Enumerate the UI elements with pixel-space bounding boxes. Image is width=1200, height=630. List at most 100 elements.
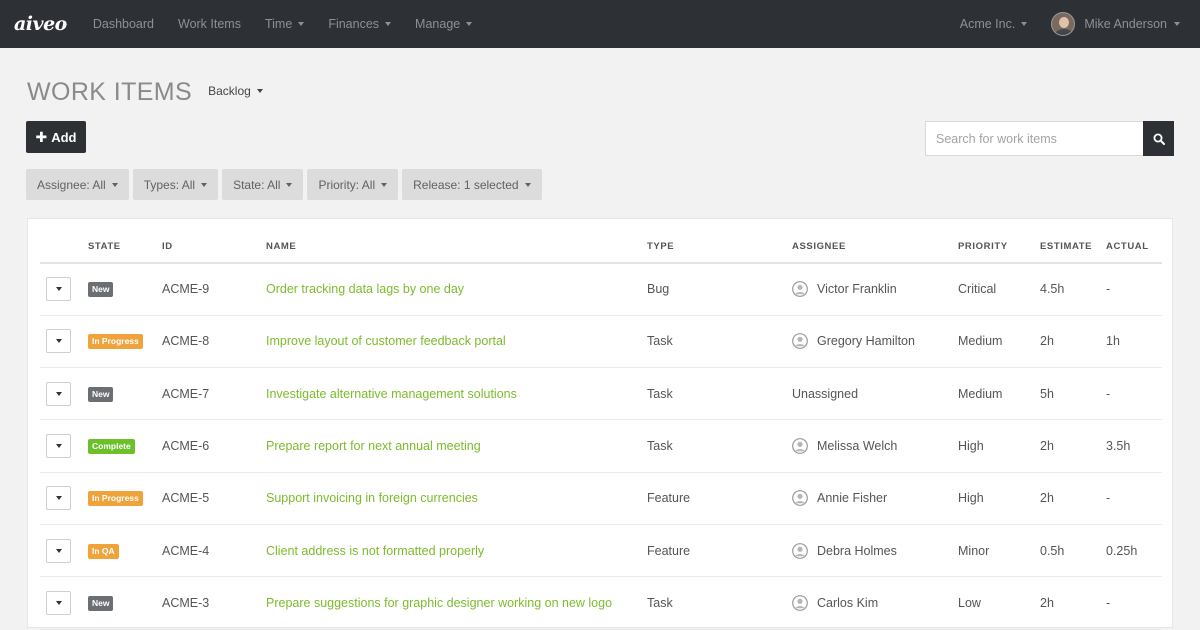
id-cell: ACME-3 (162, 576, 266, 630)
table-row: In Progress ACME-5 Support invoicing in fo… (40, 472, 1162, 525)
estimate-cell: 0.5h (1040, 524, 1106, 578)
assignee-name: Carlos Kim (817, 595, 879, 610)
actual-cell: - (1106, 263, 1162, 316)
filter-priority[interactable]: Priority: All (307, 169, 399, 200)
filter-label: Priority: All (318, 177, 376, 192)
col-name[interactable]: NAME (266, 231, 647, 264)
assignee: Debra Holmes (792, 542, 958, 559)
filter-label: Release: 1 selected (413, 177, 519, 192)
search-input[interactable] (925, 121, 1143, 156)
name-cell: Improve layout of customer feedback port… (266, 315, 647, 369)
assignee: Carlos Kim (792, 595, 958, 611)
assignee-cell: Unassigned (792, 367, 958, 421)
nav-time[interactable]: Time (265, 17, 305, 31)
avatar[interactable] (1051, 12, 1076, 36)
filter-state[interactable]: State: All (222, 169, 304, 200)
work-item-link[interactable]: Investigate alternative management solut… (266, 387, 517, 401)
col-id[interactable]: ID (162, 231, 266, 264)
user-icon (792, 281, 808, 298)
user-icon (792, 595, 808, 611)
work-item-link[interactable]: Client address is not formatted properly (266, 544, 484, 558)
nav-dashboard-label: Dashboard (92, 17, 154, 31)
table-row: Complete ACME-6 Prepare report for next an… (40, 419, 1162, 473)
col-priority[interactable]: PRIORITY (958, 231, 1040, 264)
row-action-dropdown[interactable] (46, 329, 71, 354)
chevron-down-icon (256, 89, 263, 93)
assignee-cell: Gregory Hamilton (792, 315, 958, 369)
col-estimate[interactable]: ESTIMATE (1040, 231, 1106, 264)
row-select-cell (40, 524, 88, 578)
priority-cell: Critical (958, 263, 1040, 316)
work-item-link[interactable]: Order tracking data lags by one day (266, 282, 464, 296)
view-selector-label: Backlog (208, 84, 251, 98)
work-item-link[interactable]: Prepare report for next annual meeting (266, 439, 481, 453)
nav-work-items[interactable]: Work Items (178, 17, 241, 31)
work-item-link[interactable]: Support invoicing in foreign currencies (266, 491, 478, 505)
nav-manage-label: Manage (415, 17, 461, 31)
add-button[interactable]: ✚ Add (26, 121, 86, 153)
add-button-label: Add (51, 129, 77, 145)
col-assignee[interactable]: ASSIGNEE (792, 231, 958, 264)
col-type[interactable]: TYPE (647, 231, 792, 264)
work-item-link[interactable]: Prepare suggestions for graphic designer… (266, 596, 612, 610)
assignee-cell: Annie Fisher (792, 472, 958, 525)
type-cell: Task (647, 367, 792, 421)
row-select-cell (40, 315, 88, 369)
chevron-down-icon (55, 548, 62, 553)
estimate-cell: 5h (1040, 367, 1106, 421)
work-item-link[interactable]: Improve layout of customer feedback port… (266, 334, 506, 348)
app-logo[interactable]: aiveo (14, 13, 67, 35)
type-cell: Task (647, 315, 792, 369)
filter-release[interactable]: Release: 1 selected (402, 169, 542, 200)
table-row: New ACME-3 Prepare suggestions for graphic… (40, 576, 1162, 630)
id-cell: ACME-4 (162, 524, 266, 578)
name-cell: Support invoicing in foreign currencies (266, 472, 647, 525)
row-select-cell (40, 263, 88, 316)
filter-assignee[interactable]: Assignee: All (26, 169, 129, 200)
nav-manage[interactable]: Manage (415, 17, 473, 31)
filter-types[interactable]: Types: All (132, 169, 219, 200)
nav-finances[interactable]: Finances (328, 17, 392, 31)
row-action-dropdown[interactable] (46, 277, 71, 302)
nav-finances-label: Finances (328, 17, 380, 31)
filter-label: Types: All (143, 177, 196, 192)
col-actual[interactable]: ACTUAL (1106, 231, 1162, 264)
search-button[interactable] (1143, 121, 1174, 156)
row-action-dropdown[interactable] (46, 381, 71, 406)
assignee: Gregory Hamilton (792, 333, 958, 350)
assignee-name: Victor Franklin (817, 282, 897, 297)
state-cell: Complete (88, 419, 162, 473)
row-action-dropdown[interactable] (46, 590, 71, 615)
user-menu[interactable]: Mike Anderson (1084, 17, 1180, 31)
state-badge: In QA (88, 543, 119, 559)
type-cell: Bug (647, 263, 792, 316)
assignee: Victor Franklin (792, 281, 958, 298)
chevron-down-icon (524, 182, 531, 187)
col-state[interactable]: STATE (88, 231, 162, 264)
view-selector[interactable]: Backlog (208, 84, 263, 98)
assignee: Annie Fisher (792, 490, 958, 507)
row-action-dropdown[interactable] (46, 434, 71, 459)
row-action-dropdown[interactable] (46, 538, 71, 563)
assignee: Melissa Welch (792, 438, 958, 454)
row-action-dropdown[interactable] (46, 486, 71, 511)
assignee-cell: Victor Franklin (792, 263, 958, 316)
state-cell: New (88, 576, 162, 630)
table-row: New ACME-7 Investigate alternative managem… (40, 367, 1162, 421)
id-cell: ACME-7 (162, 367, 266, 421)
top-navbar: aiveo Dashboard Work Items Time Finances… (0, 0, 1200, 48)
work-items-table: STATE ID NAME TYPE ASSIGNEE PRIORITY EST… (40, 231, 1162, 630)
org-switcher[interactable]: Acme Inc. (960, 17, 1028, 31)
search-icon (1153, 133, 1165, 145)
nav-dashboard[interactable]: Dashboard (93, 17, 154, 31)
chevron-down-icon (55, 391, 62, 396)
org-name: Acme Inc. (959, 17, 1016, 31)
state-cell: New (88, 367, 162, 421)
table-header-row: STATE ID NAME TYPE ASSIGNEE PRIORITY EST… (40, 231, 1162, 264)
row-select-cell (40, 367, 88, 421)
col-select (40, 231, 88, 264)
priority-cell: Medium (958, 367, 1040, 421)
state-badge: New (88, 282, 114, 298)
chevron-down-icon (201, 182, 208, 187)
actual-cell: 3.5h (1106, 419, 1162, 473)
